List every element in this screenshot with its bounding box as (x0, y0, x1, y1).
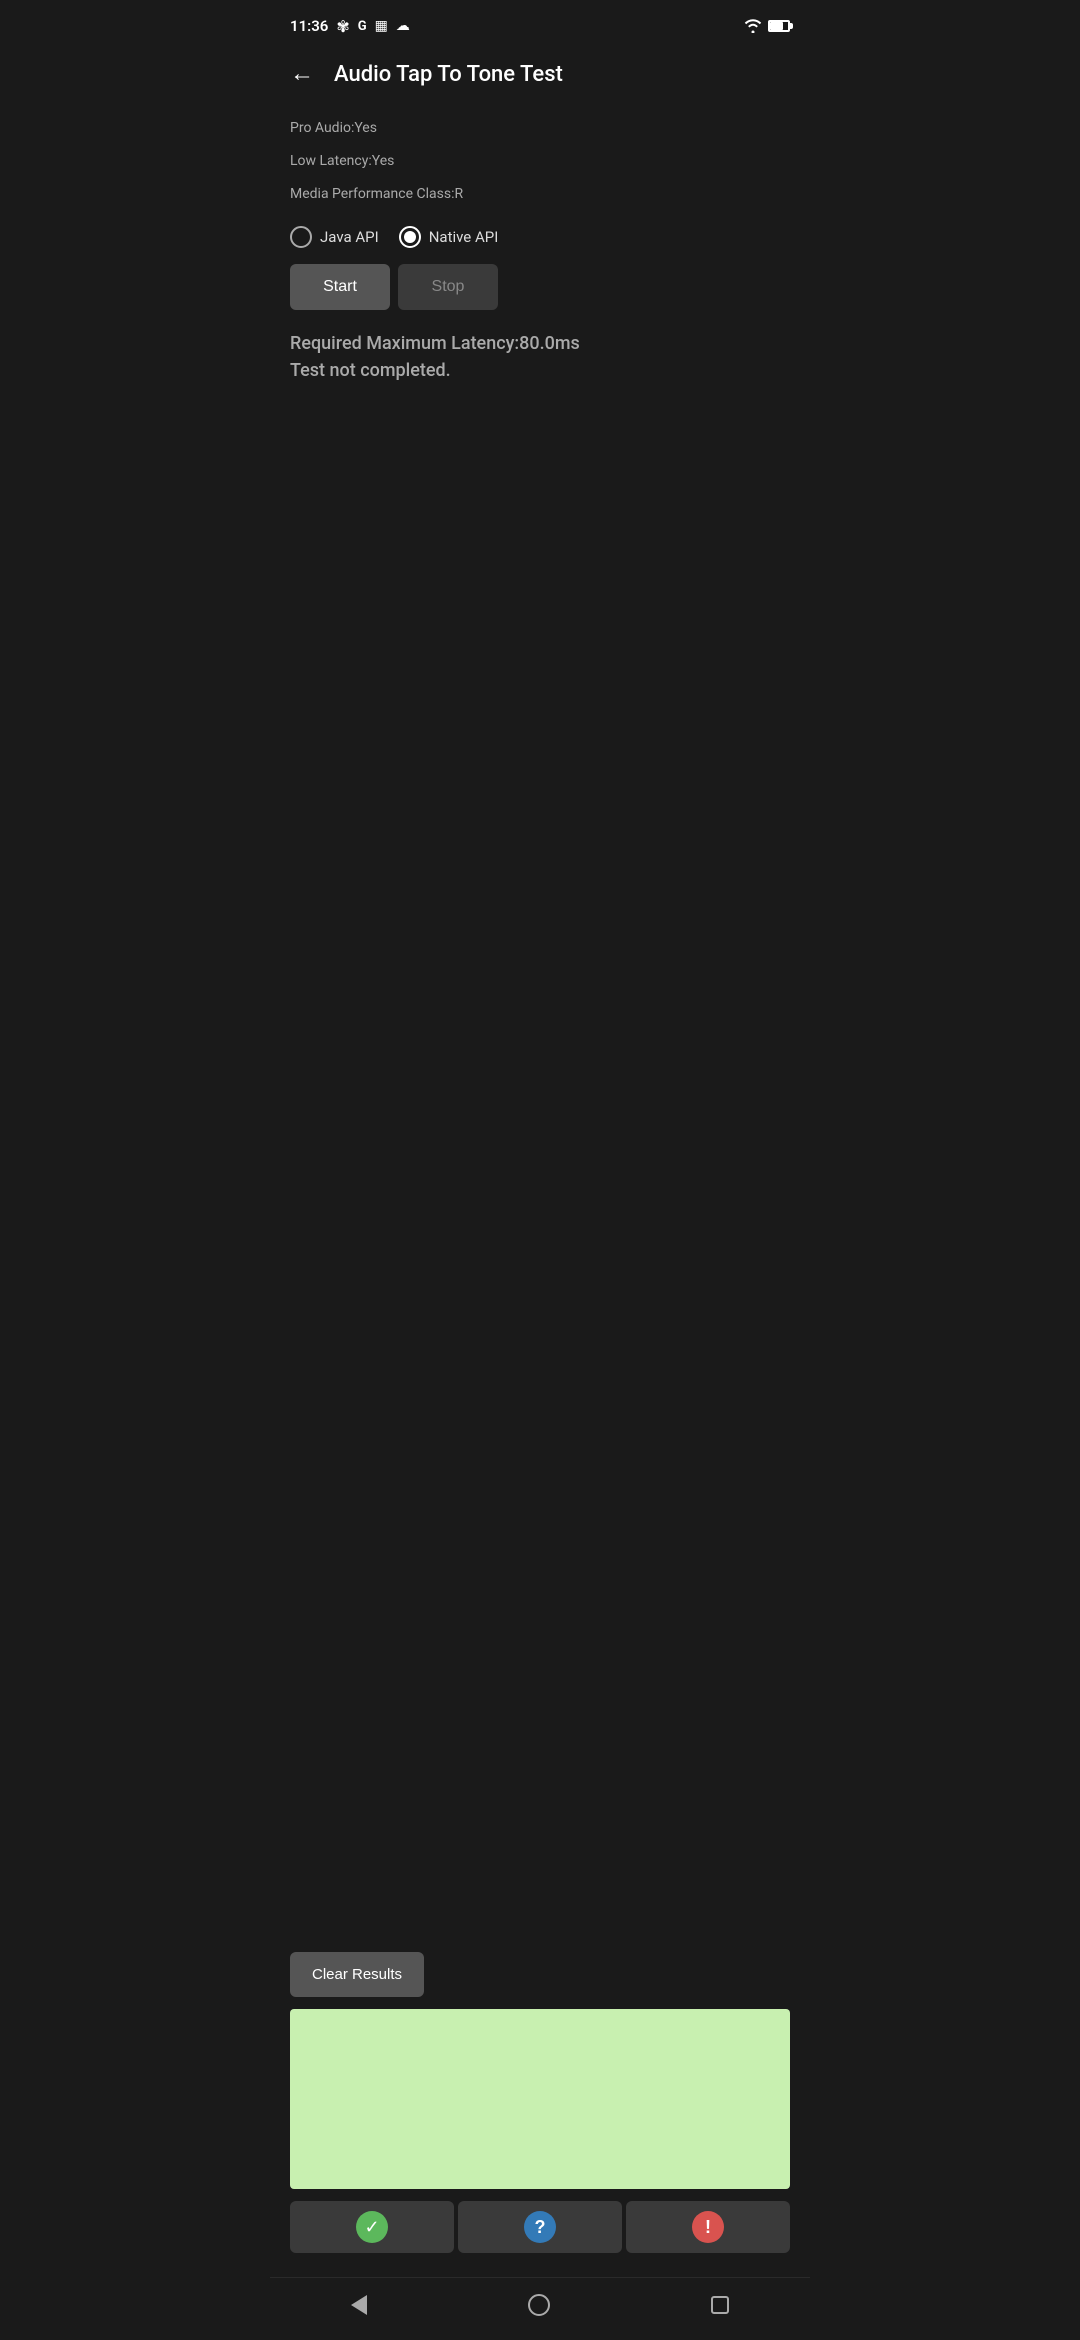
pro-audio-info: Pro Audio:Yes (290, 116, 790, 141)
back-nav-button[interactable] (351, 2295, 367, 2315)
status-line-1: Required Maximum Latency:80.0ms (290, 330, 790, 357)
native-api-option[interactable]: Native API (399, 226, 499, 248)
native-api-radio-inner (404, 231, 416, 243)
warning-icon: ! (705, 2217, 711, 2238)
fan-icon: ✾ (336, 17, 349, 36)
status-right (744, 19, 790, 33)
status-left: 11:36 ✾ G ▦ ☁ (290, 17, 410, 36)
home-nav-icon (528, 2294, 550, 2316)
native-api-label: Native API (429, 228, 499, 246)
warning-circle: ! (692, 2211, 724, 2243)
back-nav-icon (351, 2295, 367, 2315)
java-api-label: Java API (320, 228, 379, 246)
low-latency-info: Low Latency:Yes (290, 149, 790, 174)
control-buttons: Start Stop (290, 264, 790, 310)
warning-button[interactable]: ! (626, 2201, 790, 2253)
stop-button[interactable]: Stop (398, 264, 498, 310)
java-api-radio[interactable] (290, 226, 312, 248)
spacer (290, 400, 790, 1952)
media-perf-info: Media Performance Class:R (290, 182, 790, 207)
wifi-icon (744, 19, 762, 33)
api-radio-group: Java API Native API (290, 226, 790, 248)
battery-icon (768, 20, 790, 32)
cloud-icon: ☁ (396, 18, 410, 34)
calendar-icon: ▦ (375, 18, 388, 34)
google-icon: G (358, 19, 367, 34)
check-circle: ✓ (356, 2211, 388, 2243)
status-bar: 11:36 ✾ G ▦ ☁ (270, 0, 810, 48)
check-icon: ✓ (364, 2217, 379, 2238)
result-box (290, 2009, 790, 2189)
status-time: 11:36 (290, 17, 328, 35)
clear-results-button[interactable]: Clear Results (290, 1952, 424, 1997)
nav-bar (270, 2277, 810, 2340)
main-content: Pro Audio:Yes Low Latency:Yes Media Perf… (270, 108, 810, 2277)
bottom-icons-row: ✓ ? ! (290, 2201, 790, 2253)
status-message: Required Maximum Latency:80.0ms Test not… (290, 330, 790, 384)
home-nav-button[interactable] (528, 2294, 550, 2316)
check-button[interactable]: ✓ (290, 2201, 454, 2253)
question-circle: ? (524, 2211, 556, 2243)
question-button[interactable]: ? (458, 2201, 622, 2253)
start-button[interactable]: Start (290, 264, 390, 310)
page-title: Audio Tap To Tone Test (334, 62, 563, 87)
recents-nav-icon (711, 2296, 729, 2314)
recents-nav-button[interactable] (711, 2296, 729, 2314)
toolbar: ← Audio Tap To Tone Test (270, 48, 810, 108)
question-icon: ? (535, 2217, 546, 2238)
back-button[interactable]: ← (286, 56, 318, 92)
status-line-2: Test not completed. (290, 357, 790, 384)
java-api-option[interactable]: Java API (290, 226, 379, 248)
native-api-radio[interactable] (399, 226, 421, 248)
